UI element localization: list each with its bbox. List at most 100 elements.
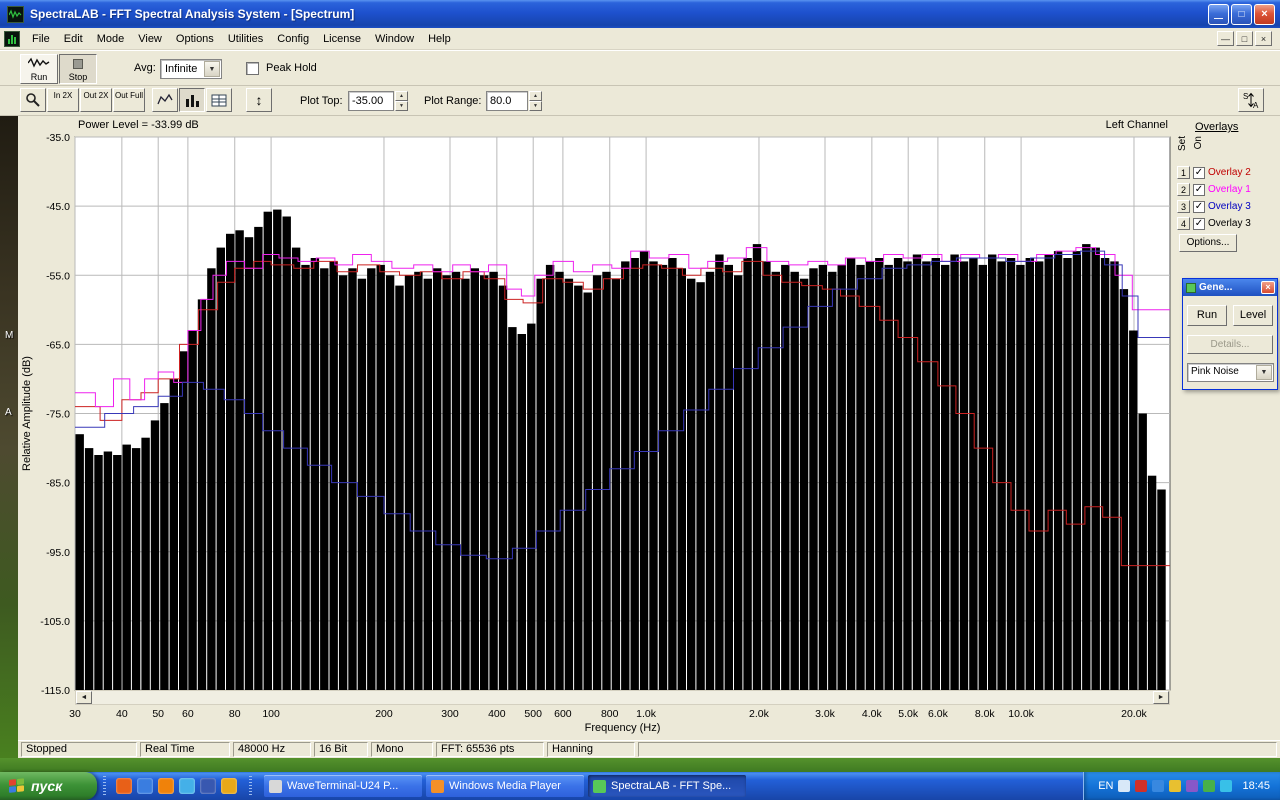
overlay-set-button-3[interactable]: 3 bbox=[1177, 200, 1190, 213]
zoom-out-2x-button[interactable]: Out 2X bbox=[80, 88, 112, 112]
menu-item-file[interactable]: File bbox=[25, 30, 57, 48]
desktop-screen: SpectraLAB - FFT Spectral Analysis Syste… bbox=[0, 0, 1280, 800]
stop-button-label: Stop bbox=[68, 72, 88, 82]
quick-launch-grip[interactable] bbox=[103, 776, 106, 796]
spin-down-icon[interactable]: ▼ bbox=[529, 101, 542, 111]
overlays-panel: Overlays Set On 1 ✓ Overlay 2 2 ✓ Overlay 1 3 ✓… bbox=[1175, 116, 1280, 740]
generator-level-button[interactable]: Level bbox=[1233, 305, 1273, 326]
taskbar-task-0[interactable]: WaveTerminal-U24 P... bbox=[264, 775, 422, 797]
fit-vertical-button[interactable]: ↕ bbox=[246, 88, 272, 112]
winamp-icon[interactable] bbox=[221, 778, 237, 794]
start-button[interactable]: пуск bbox=[0, 772, 97, 800]
task-label: Windows Media Player bbox=[449, 780, 561, 792]
overlay-on-checkbox-2[interactable]: ✓ bbox=[1193, 183, 1205, 196]
run-button[interactable]: Run bbox=[20, 54, 58, 84]
stop-button[interactable]: Stop bbox=[59, 54, 97, 84]
menu-item-window[interactable]: Window bbox=[368, 30, 421, 48]
window-controls: — □ × bbox=[1208, 3, 1275, 25]
network-icon[interactable] bbox=[1152, 780, 1165, 792]
svg-text:-55.0: -55.0 bbox=[46, 270, 70, 282]
scroll-left-icon[interactable]: ◄ bbox=[76, 691, 92, 704]
spin-up-icon[interactable]: ▲ bbox=[395, 91, 408, 101]
menu-item-help[interactable]: Help bbox=[421, 30, 458, 48]
peak-hold-checkbox[interactable] bbox=[246, 62, 259, 75]
taskbar-task-2[interactable]: SpectraLAB - FFT Spe... bbox=[588, 775, 746, 797]
menu-item-license[interactable]: License bbox=[316, 30, 368, 48]
window-titlebar[interactable]: SpectraLAB - FFT Spectral Analysis Syste… bbox=[0, 0, 1280, 28]
menu-item-options[interactable]: Options bbox=[169, 30, 221, 48]
system-tray: EN 18:45 bbox=[1083, 772, 1280, 800]
overlay-set-button-4[interactable]: 4 bbox=[1177, 217, 1190, 230]
maximize-button[interactable]: □ bbox=[1231, 3, 1252, 25]
plot-top-input[interactable] bbox=[348, 91, 394, 111]
taskbar-task-1[interactable]: Windows Media Player bbox=[426, 775, 584, 797]
overlay-on-checkbox-4[interactable]: ✓ bbox=[1193, 217, 1205, 230]
taskbar-grip[interactable] bbox=[249, 776, 252, 796]
status-cell-5: FFT: 65536 pts bbox=[436, 742, 544, 757]
menu-item-config[interactable]: Config bbox=[270, 30, 316, 48]
ie-icon[interactable] bbox=[137, 778, 153, 794]
zoom-in-2x-button[interactable]: In 2X bbox=[47, 88, 79, 112]
svg-text:-95.0: -95.0 bbox=[46, 547, 70, 559]
svg-text:60: 60 bbox=[182, 708, 194, 720]
mdi-restore-button[interactable]: □ bbox=[1236, 31, 1253, 46]
overlays-options-button[interactable]: Options... bbox=[1179, 234, 1237, 252]
zoom-text-buttons: In 2X Out 2X Out Full bbox=[20, 88, 145, 112]
spin-up-icon[interactable]: ▲ bbox=[529, 91, 542, 101]
antivirus-icon[interactable] bbox=[1135, 780, 1148, 792]
avg-select[interactable]: Infinite ▼ bbox=[160, 59, 222, 79]
messenger-icon[interactable] bbox=[179, 778, 195, 794]
overlay-on-checkbox-3[interactable]: ✓ bbox=[1193, 200, 1205, 213]
x-axis-labels: 30 40 50 60 80 100 200 300 400 500 600 800 1.0k 2.0k 3… bbox=[69, 708, 1147, 720]
media-player-icon[interactable] bbox=[158, 778, 174, 794]
line-plot-button[interactable] bbox=[152, 88, 178, 112]
messenger-tray-icon[interactable] bbox=[1220, 780, 1233, 792]
scroll-right-icon[interactable]: ► bbox=[1153, 691, 1169, 704]
overlay-set-button-2[interactable]: 2 bbox=[1177, 183, 1190, 196]
zoom-button[interactable] bbox=[20, 88, 46, 112]
zoom-out-full-button[interactable]: Out Full bbox=[113, 88, 145, 112]
menu-item-view[interactable]: View bbox=[131, 30, 169, 48]
transport-toolbar: Run Stop Avg: Infinite ▼ Peak Hold bbox=[0, 50, 1280, 86]
outlook-icon[interactable] bbox=[200, 778, 216, 794]
spin-down-icon[interactable]: ▼ bbox=[395, 101, 408, 111]
close-button[interactable]: × bbox=[1254, 3, 1275, 25]
scroll-track[interactable] bbox=[92, 691, 1153, 704]
generator-close-icon[interactable]: × bbox=[1261, 281, 1275, 294]
mdi-minimize-button[interactable]: — bbox=[1217, 31, 1234, 46]
spectrum-document-icon bbox=[4, 30, 20, 47]
spectrum-plot[interactable]: -35.0 -45.0 -55.0 -65.0 -75.0 -85.0 -95.0 -105.… bbox=[18, 116, 1175, 740]
menu-item-mode[interactable]: Mode bbox=[90, 30, 132, 48]
overlay-on-checkbox-1[interactable]: ✓ bbox=[1193, 166, 1205, 179]
menu-item-utilities[interactable]: Utilities bbox=[221, 30, 270, 48]
plot-h-scrollbar[interactable]: ◄ ► bbox=[75, 690, 1170, 705]
status-bar: Stopped Real Time 48000 Hz 16 Bit Mono FFT: 6… bbox=[18, 740, 1280, 758]
menu-item-edit[interactable]: Edit bbox=[57, 30, 90, 48]
generator-titlebar[interactable]: Gene... × bbox=[1183, 279, 1277, 296]
minimize-button[interactable]: — bbox=[1208, 3, 1229, 25]
volume-icon[interactable] bbox=[1118, 780, 1131, 792]
plot-toolbar: In 2XOut 2XOut Full ↕ Plot Top: ▲ ▼ Plot… bbox=[0, 86, 1280, 116]
svg-text:S: S bbox=[1243, 92, 1248, 101]
update-icon[interactable] bbox=[1169, 780, 1182, 792]
firefox-icon[interactable] bbox=[116, 778, 132, 794]
overlay-row-1: 1 ✓ Overlay 2 bbox=[1177, 164, 1277, 181]
bar-plot-button[interactable] bbox=[179, 88, 205, 112]
chevron-down-icon[interactable]: ▼ bbox=[204, 61, 220, 77]
usb-icon[interactable] bbox=[1203, 780, 1216, 792]
generator-details-button[interactable]: Details... bbox=[1187, 335, 1273, 354]
spectralab-app-icon bbox=[7, 5, 24, 23]
signal-generator-button[interactable]: S A bbox=[1238, 88, 1264, 112]
plot-range-input[interactable] bbox=[486, 91, 528, 111]
generator-signal-select[interactable]: Pink Noise ▼ bbox=[1187, 363, 1274, 382]
svg-text:50: 50 bbox=[152, 708, 164, 720]
chevron-down-icon[interactable]: ▼ bbox=[1256, 365, 1272, 380]
overlay-set-button-1[interactable]: 1 bbox=[1177, 166, 1190, 179]
status-cell-filler bbox=[638, 742, 1277, 757]
table-view-button[interactable] bbox=[206, 88, 232, 112]
overlay-row-2: 2 ✓ Overlay 1 bbox=[1177, 181, 1277, 198]
generator-run-button[interactable]: Run bbox=[1187, 305, 1227, 326]
display-icon[interactable] bbox=[1186, 780, 1199, 792]
language-indicator[interactable]: EN bbox=[1098, 780, 1113, 792]
mdi-close-button[interactable]: × bbox=[1255, 31, 1272, 46]
